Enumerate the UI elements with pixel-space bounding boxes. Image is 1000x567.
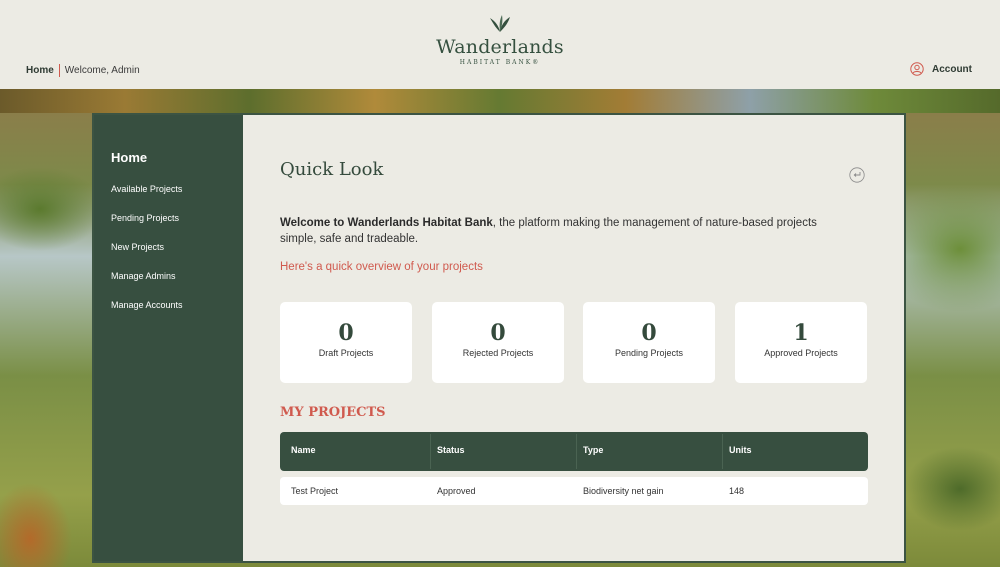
account-label: Account [932,63,972,75]
table-row[interactable]: Test Project Approved Biodiversity net g… [280,477,868,505]
stat-card-draft[interactable]: 0 Draft Projects [280,302,412,383]
leaf-icon [490,15,510,32]
column-header-units[interactable]: Units [729,445,752,455]
intro-bold: Welcome to Wanderlands Habitat Bank [280,217,493,229]
user-circle-icon [910,62,924,76]
return-arrow-icon[interactable] [849,167,865,183]
column-header-name[interactable]: Name [291,445,316,455]
my-projects-heading: MY PROJECTS [280,405,386,420]
column-divider [430,434,431,469]
stat-value: 1 [793,320,809,346]
main-content: Quick Look Welcome to Wanderlands Habita… [243,115,904,561]
account-button[interactable]: Account [910,62,972,76]
stat-label: Rejected Projects [462,348,534,358]
sidebar-item-manage-admins[interactable]: Manage Admins [111,271,176,281]
overview-link[interactable]: Here's a quick overview of your projects [280,261,483,273]
sidebar-item-home[interactable]: Home [111,150,147,165]
page-title: Quick Look [280,159,384,180]
sidebar-item-new-projects[interactable]: New Projects [111,242,164,252]
breadcrumb: Home Welcome, Admin [26,64,140,77]
brand-name: Wanderlands [436,36,564,58]
sidebar-item-pending-projects[interactable]: Pending Projects [111,213,179,223]
cell-status: Approved [437,486,476,496]
column-divider [722,434,723,469]
sidebar-item-available-projects[interactable]: Available Projects [111,184,182,194]
welcome-text: Welcome, Admin [64,65,140,76]
stat-label: Draft Projects [318,348,374,358]
breadcrumb-home-link[interactable]: Home [26,65,54,76]
breadcrumb-divider [58,64,60,77]
column-header-type[interactable]: Type [583,445,603,455]
cell-name: Test Project [291,486,339,496]
cell-type: Biodiversity net gain [583,486,664,496]
stat-card-rejected[interactable]: 0 Rejected Projects [432,302,564,383]
top-header: Home Welcome, Admin Wanderlands HABITAT … [0,0,1000,89]
projects-table-header: Name Status Type Units [280,432,868,471]
column-header-status[interactable]: Status [437,445,465,455]
brand-subtitle: HABITAT BANK® [459,59,541,66]
dashboard-panel: Home Available Projects Pending Projects… [92,113,906,563]
stat-value: 0 [338,320,354,346]
sidebar-item-manage-accounts[interactable]: Manage Accounts [111,300,183,310]
stat-label: Pending Projects [614,348,684,358]
intro-text: Welcome to Wanderlands Habitat Bank, the… [280,215,840,247]
sidebar: Home Available Projects Pending Projects… [94,115,243,561]
stat-card-pending[interactable]: 0 Pending Projects [583,302,715,383]
stat-value: 0 [490,320,506,346]
stat-card-approved[interactable]: 1 Approved Projects [735,302,867,383]
brand-logo[interactable]: Wanderlands HABITAT BANK® [430,14,570,66]
stat-value: 0 [641,320,657,346]
cell-units: 148 [729,486,745,496]
background-foliage [0,89,1000,113]
stat-label: Approved Projects [764,348,838,358]
column-divider [576,434,577,469]
